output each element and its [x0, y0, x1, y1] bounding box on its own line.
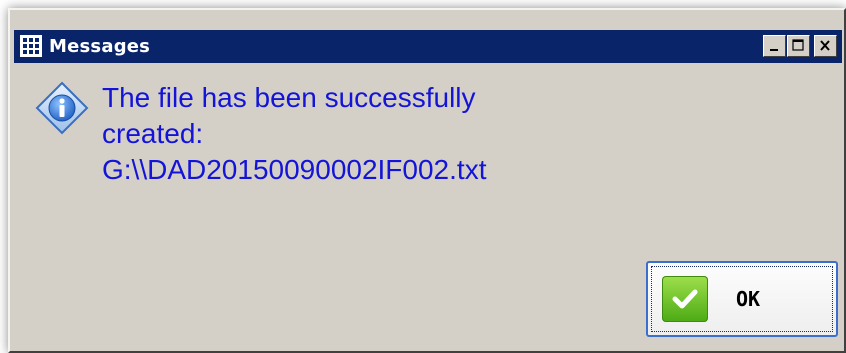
checkmark-icon — [662, 276, 708, 322]
message-text: The file has been successfully created: … — [102, 82, 487, 185]
maximize-button[interactable] — [787, 35, 810, 57]
close-button[interactable] — [814, 35, 837, 57]
app-grid-icon — [20, 35, 42, 57]
close-icon — [820, 40, 830, 51]
messages-dialog: Messages The file has been successfully … — [8, 8, 846, 353]
ok-button-label: OK — [736, 287, 761, 311]
ok-button[interactable]: OK — [646, 261, 838, 337]
title-bar[interactable]: Messages — [14, 30, 842, 63]
minimize-icon — [770, 49, 778, 51]
info-icon — [34, 80, 90, 136]
window-title: Messages — [49, 36, 151, 57]
maximize-icon — [792, 39, 804, 51]
minimize-button[interactable] — [763, 35, 786, 57]
